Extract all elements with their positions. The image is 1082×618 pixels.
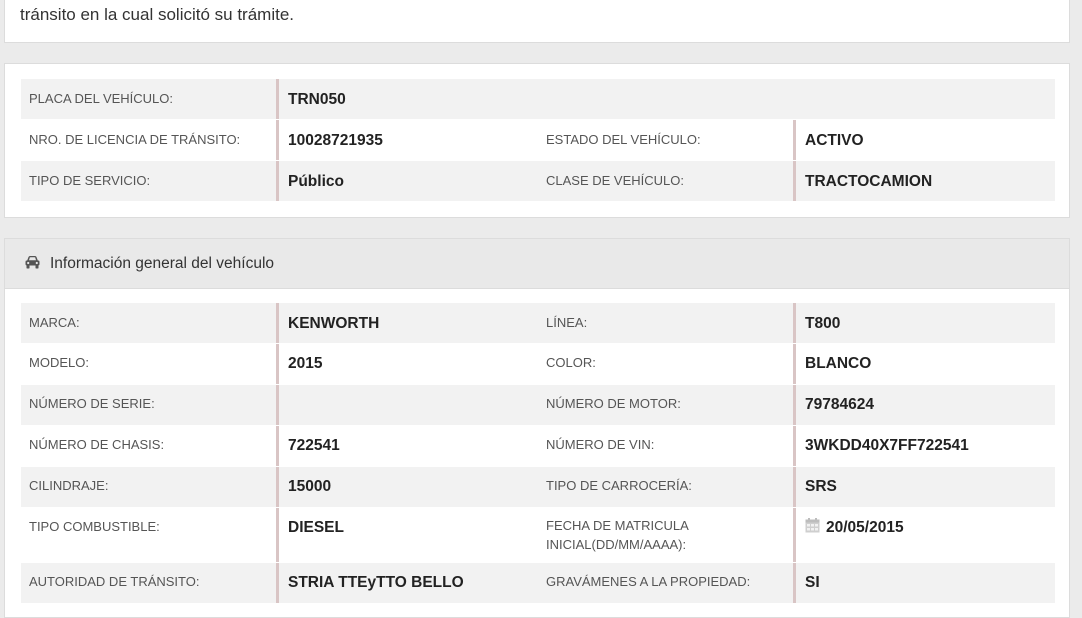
service-type-value: Público <box>288 173 344 190</box>
info-row-brand: MARCA: KENWORTH LÍNEA: T800 <box>21 303 1055 343</box>
info-row-chassis: NÚMERO DE CHASIS: 722541 NÚMERO DE VIN: … <box>21 426 1055 466</box>
fuel-type-value: DIESEL <box>288 519 344 536</box>
value-divider <box>793 385 796 425</box>
info-row-license: NRO. DE LICENCIA DE TRÁNSITO: 1002872193… <box>21 120 1055 160</box>
vin-number-value: 3WKDD40X7FF722541 <box>805 437 969 454</box>
liens-value: SI <box>805 574 820 591</box>
chassis-number-value: 722541 <box>288 437 340 454</box>
panel-title: Información general del vehículo <box>50 255 275 272</box>
value-divider <box>276 385 279 425</box>
info-row-service: TIPO DE SERVICIO: Público CLASE DE VEHÍC… <box>21 161 1055 201</box>
model-label: MODELO: <box>29 355 89 370</box>
value-divider <box>793 563 796 603</box>
value-divider <box>276 303 279 343</box>
vehicle-class-value: TRACTOCAMION <box>805 173 933 190</box>
transit-authority-value: STRIA TTEyTTO BELLO <box>288 574 464 591</box>
value-divider <box>793 303 796 343</box>
vehicle-status-value: ACTIVO <box>805 132 864 149</box>
engine-number-label: NÚMERO DE MOTOR: <box>546 396 681 411</box>
plate-license-card: PLACA DEL VEHÍCULO: TRN050 NRO. DE LICEN… <box>4 63 1070 218</box>
value-divider <box>276 344 279 384</box>
color-value: BLANCO <box>805 355 872 372</box>
value-divider <box>793 344 796 384</box>
body-type-label: TIPO DE CARROCERÍA: <box>546 478 692 493</box>
value-divider <box>793 426 796 466</box>
displacement-value: 15000 <box>288 478 332 495</box>
service-type-label: TIPO DE SERVICIO: <box>29 173 151 188</box>
engine-number-value: 79784624 <box>805 396 874 413</box>
value-divider <box>276 161 279 201</box>
value-divider <box>793 161 796 201</box>
value-divider <box>276 120 279 160</box>
info-row-fuel: TIPO COMBUSTIBLE: DIESEL FECHA DE MATRIC… <box>21 508 1055 562</box>
vehicle-info-header[interactable]: Información general del vehículo <box>5 239 1069 289</box>
vehicle-info-panel: Información general del vehículo MARCA: … <box>4 238 1070 618</box>
vin-number-label: NÚMERO DE VIN: <box>546 437 655 452</box>
value-divider <box>793 467 796 507</box>
info-row-serial: NÚMERO DE SERIE: NÚMERO DE MOTOR: 797846… <box>21 385 1055 425</box>
brand-value: KENWORTH <box>288 315 380 332</box>
body-type-value: SRS <box>805 478 837 495</box>
displacement-label: CILINDRAJE: <box>29 478 109 493</box>
liens-label: GRAVÁMENES A LA PROPIEDAD: <box>546 574 751 589</box>
value-divider <box>793 508 796 562</box>
info-row-model: MODELO: 2015 COLOR: BLANCO <box>21 344 1055 384</box>
model-value: 2015 <box>288 355 323 372</box>
value-divider <box>276 508 279 562</box>
intro-text: tránsito en la cual solicitó su trámite. <box>20 5 295 24</box>
info-row-displacement: CILINDRAJE: 15000 TIPO DE CARROCERÍA: SR… <box>21 467 1055 507</box>
plate-value: TRN050 <box>288 91 346 108</box>
car-icon <box>25 256 40 269</box>
transit-authority-label: AUTORIDAD DE TRÁNSITO: <box>29 574 200 589</box>
line-label: LÍNEA: <box>546 315 588 330</box>
vehicle-status-label: ESTADO DEL VEHÍCULO: <box>546 132 701 147</box>
value-divider <box>276 563 279 603</box>
license-number-label: NRO. DE LICENCIA DE TRÁNSITO: <box>29 132 241 147</box>
info-row-authority: AUTORIDAD DE TRÁNSITO: STRIA TTEyTTO BEL… <box>21 563 1055 603</box>
intro-card: tránsito en la cual solicitó su trámite. <box>4 0 1070 43</box>
line-value: T800 <box>805 315 841 332</box>
fuel-type-label: TIPO COMBUSTIBLE: <box>29 519 160 534</box>
info-row-plate: PLACA DEL VEHÍCULO: TRN050 <box>21 79 1055 119</box>
color-label: COLOR: <box>546 355 596 370</box>
chassis-number-label: NÚMERO DE CHASIS: <box>29 437 165 452</box>
calendar-icon <box>805 518 820 533</box>
value-divider <box>276 79 279 119</box>
registration-date-label-line1: FECHA DE MATRICULA <box>546 518 689 533</box>
value-divider <box>793 120 796 160</box>
plate-label: PLACA DEL VEHÍCULO: <box>29 91 174 106</box>
registration-date-label-line2: INICIAL(DD/MM/AAAA): <box>546 537 687 552</box>
value-divider <box>276 467 279 507</box>
brand-label: MARCA: <box>29 315 80 330</box>
value-divider <box>276 426 279 466</box>
license-number-value: 10028721935 <box>288 132 383 149</box>
registration-date-value: 20/05/2015 <box>826 519 904 536</box>
registration-date-label: FECHA DE MATRICULA INICIAL(DD/MM/AAAA): <box>546 516 689 554</box>
vehicle-class-label: CLASE DE VEHÍCULO: <box>546 173 684 188</box>
serial-number-label: NÚMERO DE SERIE: <box>29 396 155 411</box>
